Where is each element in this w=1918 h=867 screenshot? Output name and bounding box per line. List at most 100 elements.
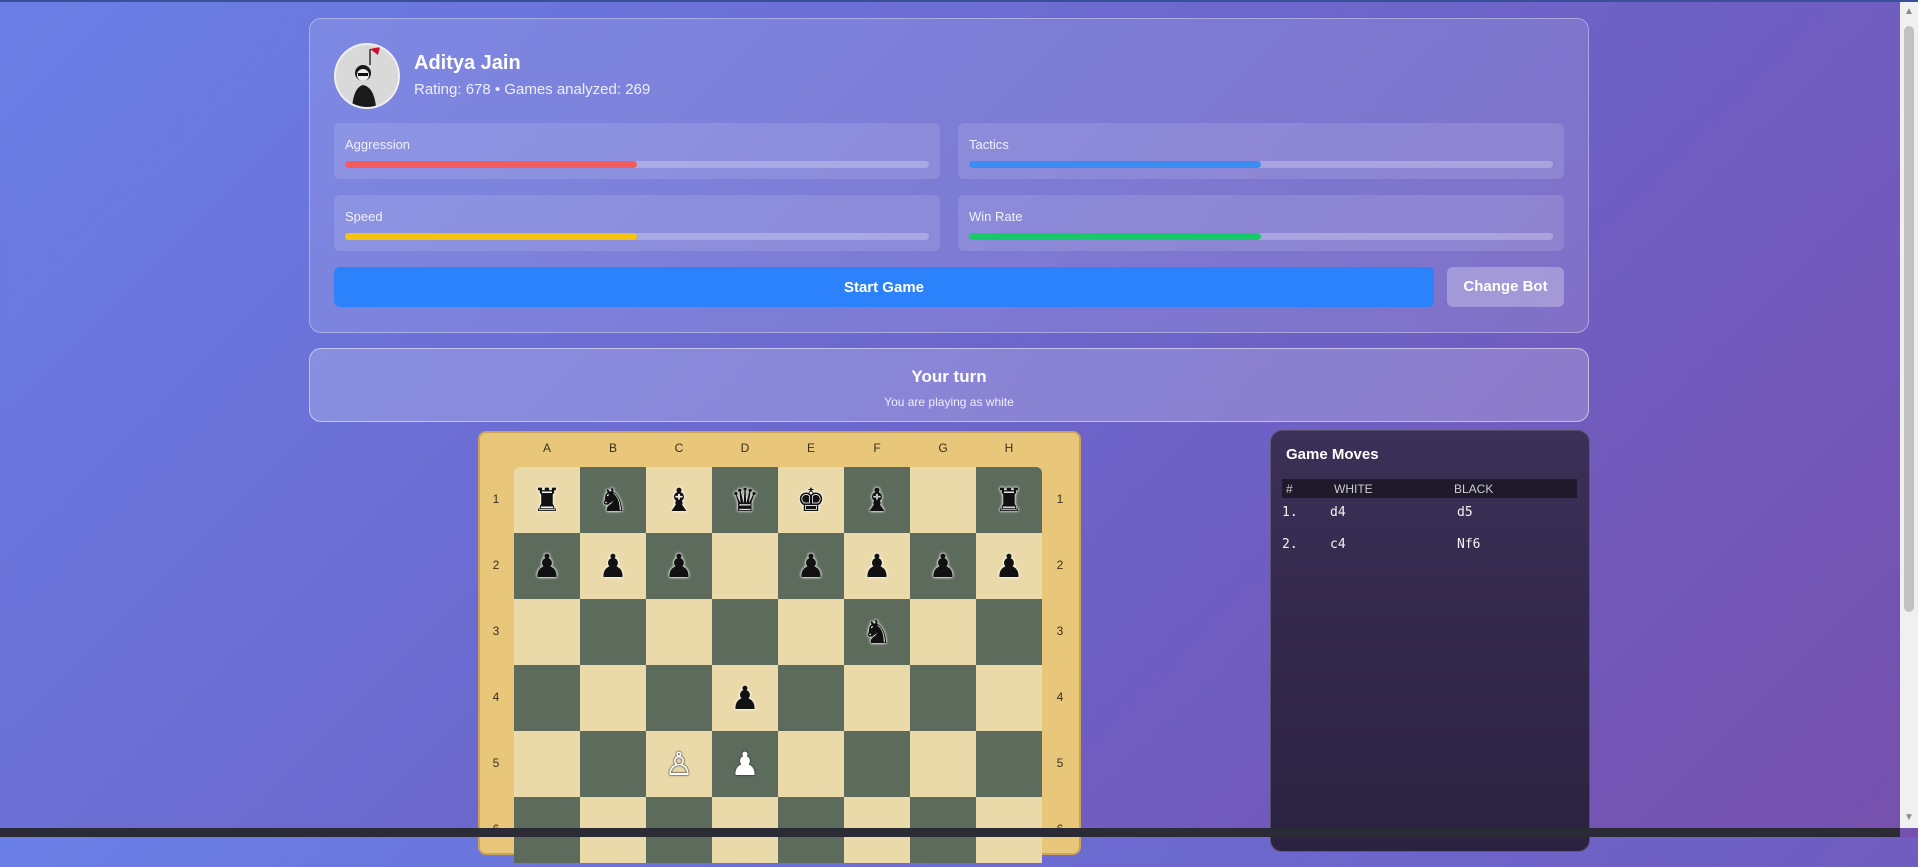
turn-status-title: Your turn: [911, 367, 987, 386]
square-a3[interactable]: [514, 599, 580, 665]
square-c4[interactable]: [646, 665, 712, 731]
move-row: 2. c4 Nf6: [1282, 531, 1577, 559]
square-a5[interactable]: [514, 731, 580, 797]
square-b2[interactable]: ♟: [580, 533, 646, 599]
square-e1[interactable]: ♚: [778, 467, 844, 533]
moves-table-header: # WHITE BLACK: [1282, 479, 1577, 498]
stat-label: Win Rate: [969, 209, 1023, 224]
square-h2[interactable]: ♟: [976, 533, 1042, 599]
square-f5[interactable]: [844, 731, 910, 797]
square-g2[interactable]: ♟: [910, 533, 976, 599]
square-h3[interactable]: [976, 599, 1042, 665]
square-b5[interactable]: [580, 731, 646, 797]
game-moves-panel: Game Moves # WHITE BLACK 1. d4 d5 2. c4 …: [1270, 430, 1590, 852]
scroll-up-icon[interactable]: ▲: [1900, 4, 1918, 20]
square-c2[interactable]: ♟: [646, 533, 712, 599]
rank-label-5: 5: [492, 756, 500, 770]
chess-piece-icon[interactable]: ♟: [731, 746, 760, 782]
file-label-a: A: [542, 441, 551, 455]
square-e3[interactable]: [778, 599, 844, 665]
rank-label-1: 1: [1056, 492, 1064, 506]
chess-piece-icon[interactable]: ♚: [797, 482, 826, 518]
stat-label: Speed: [345, 209, 383, 224]
chess-piece-icon[interactable]: ♟: [797, 548, 826, 584]
square-d1[interactable]: ♛: [712, 467, 778, 533]
white-move: d4: [1330, 505, 1346, 520]
square-g4[interactable]: [910, 665, 976, 731]
rank-label-2: 2: [1056, 558, 1064, 572]
square-a2[interactable]: ♟: [514, 533, 580, 599]
square-f1[interactable]: ♝: [844, 467, 910, 533]
scroll-down-icon[interactable]: ▼: [1900, 810, 1918, 826]
chess-piece-icon[interactable]: ♞: [599, 482, 628, 518]
move-row: 1. d4 d5: [1282, 499, 1577, 527]
square-d3[interactable]: [712, 599, 778, 665]
square-g3[interactable]: [910, 599, 976, 665]
chess-piece-icon[interactable]: ♞: [863, 614, 892, 650]
square-a1[interactable]: ♜: [514, 467, 580, 533]
chess-piece-icon[interactable]: ♟: [929, 548, 958, 584]
bot-profile-card: Aditya Jain Rating: 678 • Games analyzed…: [309, 18, 1589, 333]
file-label-b: B: [608, 441, 617, 455]
stat-track: [345, 233, 929, 240]
rank-label-4: 4: [492, 690, 500, 704]
chess-piece-icon[interactable]: ♜: [533, 482, 562, 518]
square-d2[interactable]: [712, 533, 778, 599]
page-scrollbar[interactable]: ▲ ▼: [1900, 2, 1918, 828]
chess-piece-icon[interactable]: ♟: [599, 548, 628, 584]
chess-piece-icon[interactable]: ♜: [995, 482, 1024, 518]
rank-label-1: 1: [492, 492, 500, 506]
square-b1[interactable]: ♞: [580, 467, 646, 533]
stat-track: [969, 161, 1553, 168]
white-move: c4: [1330, 537, 1346, 552]
stat-bar: [345, 161, 637, 168]
file-label-d: D: [740, 441, 750, 455]
square-c1[interactable]: ♝: [646, 467, 712, 533]
chess-piece-icon[interactable]: ♟: [995, 548, 1024, 584]
scrollbar-thumb[interactable]: [1904, 26, 1914, 612]
chess-piece-icon[interactable]: ♟: [533, 548, 562, 584]
square-c3[interactable]: [646, 599, 712, 665]
bot-name: Aditya Jain: [414, 52, 521, 74]
rank-label-5: 5: [1056, 756, 1064, 770]
move-number: 1.: [1282, 505, 1298, 520]
square-b3[interactable]: [580, 599, 646, 665]
chess-piece-icon[interactable]: ♝: [665, 482, 694, 518]
start-game-button[interactable]: Start Game: [334, 267, 1434, 307]
square-f3[interactable]: ♞: [844, 599, 910, 665]
square-e5[interactable]: [778, 731, 844, 797]
square-f4[interactable]: [844, 665, 910, 731]
stat-bar: [969, 233, 1261, 240]
square-h4[interactable]: [976, 665, 1042, 731]
square-e4[interactable]: [778, 665, 844, 731]
square-f2[interactable]: ♟: [844, 533, 910, 599]
square-d4[interactable]: ♟: [712, 665, 778, 731]
stat-label: Tactics: [969, 137, 1009, 152]
chess-piece-icon[interactable]: ♙: [665, 746, 694, 782]
chess-piece-icon[interactable]: ♟: [731, 680, 760, 716]
square-e2[interactable]: ♟: [778, 533, 844, 599]
square-d5[interactable]: ♟: [712, 731, 778, 797]
rank-label-2: 2: [492, 558, 500, 572]
bot-avatar: [334, 43, 400, 109]
window-top-border: [0, 0, 1918, 2]
stat-speed: Speed: [334, 195, 940, 251]
chess-piece-icon[interactable]: ♟: [863, 548, 892, 584]
square-b4[interactable]: [580, 665, 646, 731]
square-c5[interactable]: ♙: [646, 731, 712, 797]
square-a4[interactable]: [514, 665, 580, 731]
square-g1[interactable]: [910, 467, 976, 533]
stat-tactics: Tactics: [958, 123, 1564, 179]
square-h5[interactable]: [976, 731, 1042, 797]
board-grid: ♜ ♞ ♝ ♛ ♚ ♝ ♜ ♟ ♟ ♟ ♟ ♟ ♟ ♟ ♞ ♟ ♙ ♟: [514, 467, 1042, 867]
header-num: #: [1286, 482, 1293, 496]
change-bot-button[interactable]: Change Bot: [1447, 267, 1564, 307]
chess-piece-icon[interactable]: ♝: [863, 482, 892, 518]
chess-board: ♜♞♝♛♚♝♜♟♟♟♟♟♟♟♞♟♙♟ ABCDEFGH112233445566: [478, 431, 1081, 863]
turn-status-banner: Your turn You are playing as white: [309, 348, 1589, 422]
chess-piece-icon[interactable]: ♛: [731, 482, 760, 518]
square-g5[interactable]: [910, 731, 976, 797]
stat-aggression: Aggression: [334, 123, 940, 179]
chess-piece-icon[interactable]: ♟: [665, 548, 694, 584]
square-h1[interactable]: ♜: [976, 467, 1042, 533]
